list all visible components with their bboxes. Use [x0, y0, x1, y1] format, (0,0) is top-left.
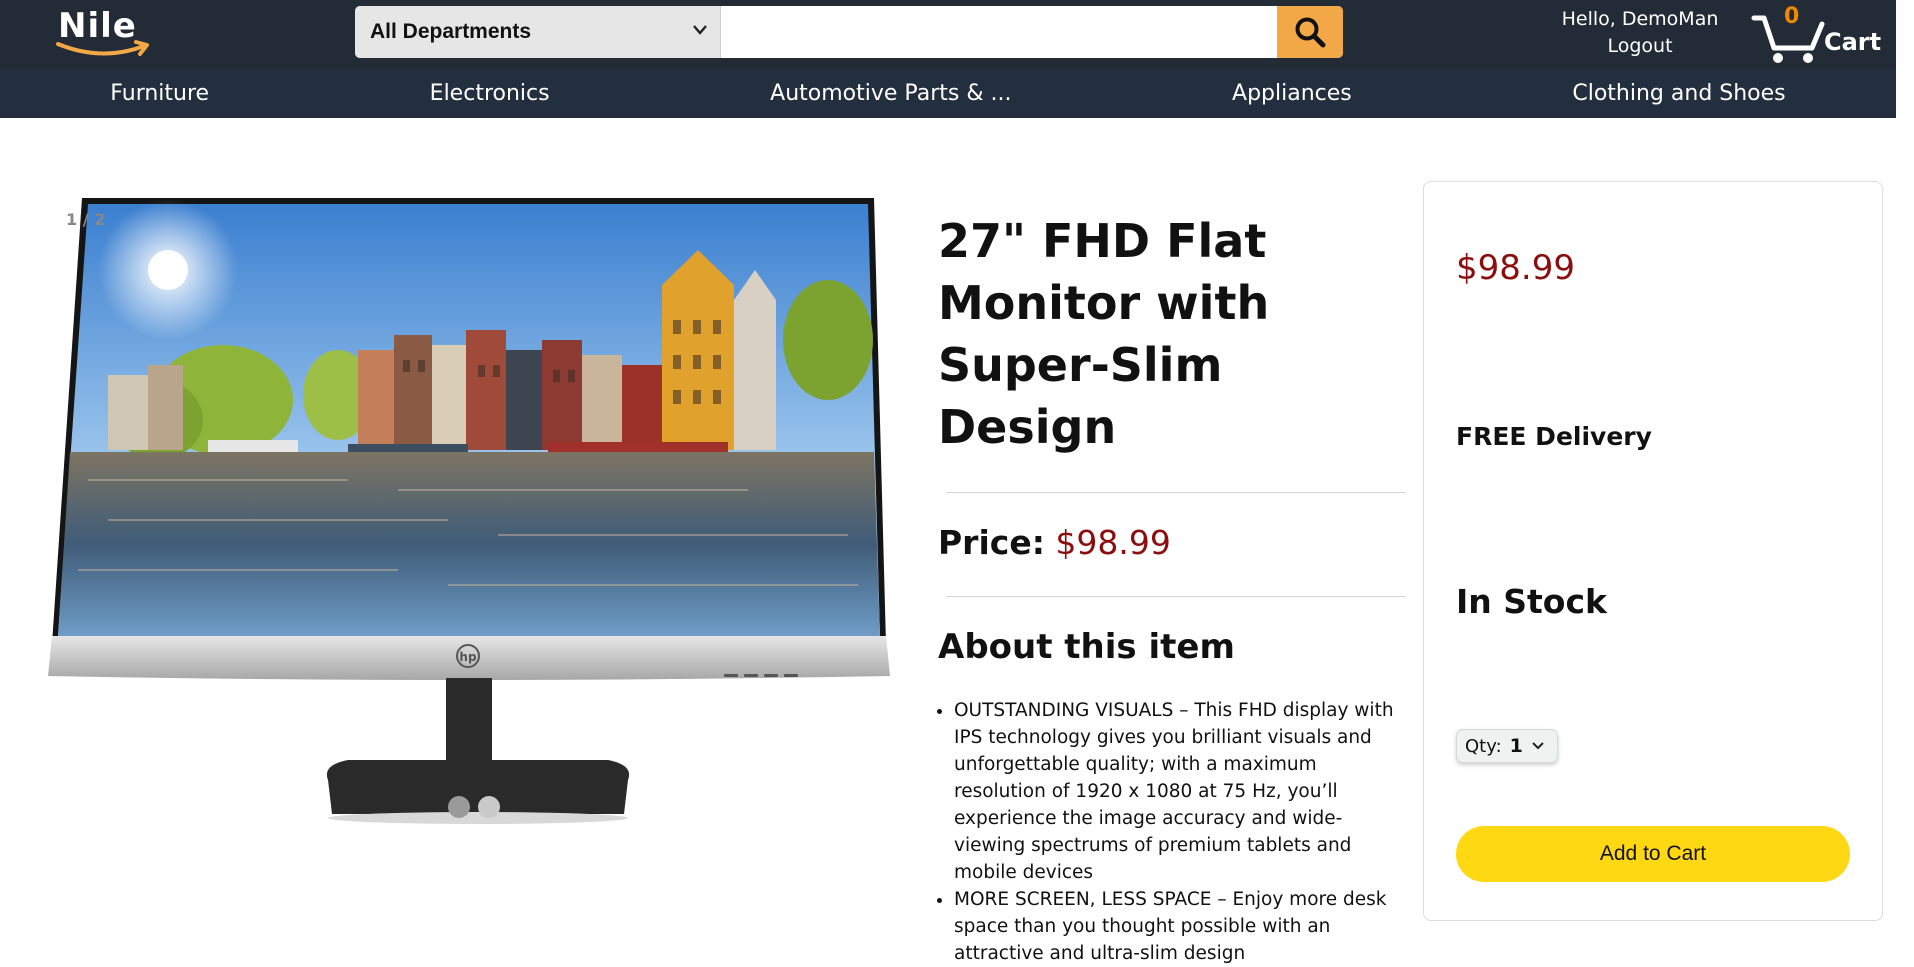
- product-details: 27" FHD Flat Monitor with Super-Slim Des…: [938, 210, 1408, 967]
- search-button[interactable]: [1277, 6, 1343, 58]
- quantity-select[interactable]: Qty: 1: [1456, 729, 1558, 763]
- stock-status: In Stock: [1456, 582, 1607, 621]
- nile-logo[interactable]: Nile: [54, 6, 154, 58]
- cart-button[interactable]: 0 Cart: [1750, 4, 1886, 64]
- department-select[interactable]: All Departments: [355, 6, 721, 58]
- price-line: Price: $98.99: [938, 523, 1408, 562]
- cart-label: Cart: [1824, 28, 1882, 56]
- account-area: Hello, DemoMan Logout: [1560, 6, 1720, 60]
- chevron-down-icon: [693, 25, 707, 35]
- svg-text:hp: hp: [459, 650, 477, 664]
- category-appliances[interactable]: Appliances: [1222, 81, 1362, 106]
- logout-link[interactable]: Logout: [1560, 33, 1720, 60]
- add-to-cart-button[interactable]: Add to Cart: [1456, 826, 1850, 882]
- category-nav: Furniture Electronics Automotive Parts &…: [0, 68, 1896, 118]
- logo-smile-icon: [56, 40, 149, 56]
- monitor-product-image: hp: [48, 198, 890, 824]
- image-counter: 1 / 2: [66, 210, 106, 229]
- cart-icon: [1751, 15, 1825, 63]
- about-heading: About this item: [938, 627, 1235, 667]
- image-dot-1[interactable]: [448, 796, 470, 818]
- greeting-text: Hello, DemoMan: [1561, 8, 1719, 30]
- feature-list: OUTSTANDING VISUALS – This FHD display w…: [938, 697, 1408, 967]
- product-image-gallery[interactable]: 1 / 2 hp: [48, 190, 908, 830]
- product-title: 27" FHD Flat Monitor with Super-Slim Des…: [938, 214, 1270, 454]
- category-furniture[interactable]: Furniture: [100, 81, 219, 106]
- feature-bullet: OUTSTANDING VISUALS – This FHD display w…: [954, 697, 1408, 886]
- image-dot-2[interactable]: [478, 796, 500, 818]
- search-icon: [1295, 17, 1326, 48]
- search-bar: All Departments: [355, 6, 1343, 58]
- image-pagination: [448, 796, 500, 818]
- quantity-value: 1: [1509, 735, 1523, 757]
- buy-box: $98.99 FREE Delivery In Stock Qty: 1 Add…: [1423, 181, 1883, 921]
- buybox-price: $98.99: [1456, 248, 1575, 288]
- price-value: $98.99: [1055, 523, 1171, 562]
- feature-bullet: MORE SCREEN, LESS SPACE – Enjoy more des…: [954, 886, 1408, 967]
- divider: [946, 596, 1406, 597]
- top-header: Nile All Departments Hello, DemoMan Logo…: [0, 0, 1896, 68]
- department-select-value: All Departments: [370, 20, 532, 43]
- divider: [946, 492, 1406, 493]
- quantity-label: Qty:: [1465, 735, 1502, 757]
- search-input[interactable]: [721, 6, 1277, 58]
- category-automotive-parts[interactable]: Automotive Parts & ...: [760, 81, 1021, 106]
- price-label: Price:: [938, 523, 1045, 562]
- chevron-down-icon: [1532, 742, 1544, 750]
- delivery-info: FREE Delivery: [1456, 422, 1652, 451]
- category-electronics[interactable]: Electronics: [420, 81, 560, 106]
- category-clothing-and-shoes[interactable]: Clothing and Shoes: [1562, 81, 1795, 106]
